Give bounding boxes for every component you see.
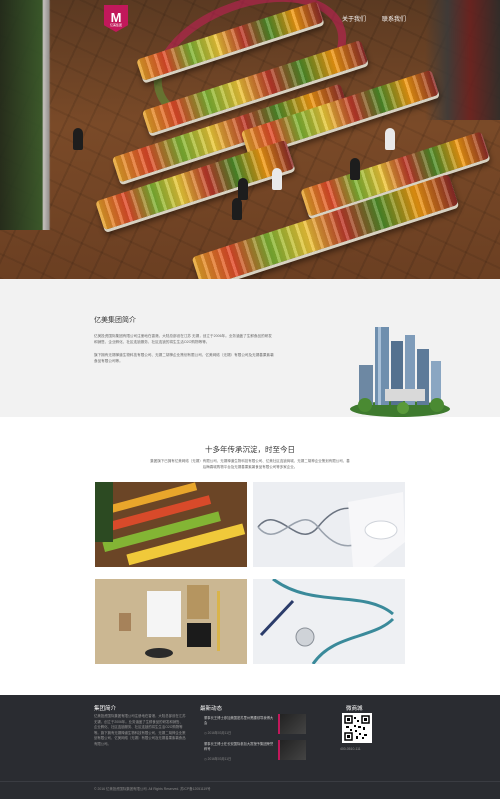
shopper [272,168,282,190]
nav-contact-us[interactable]: 联系我们 [382,14,406,23]
about-paragraph: 亿美投资国际集团有限公司注册地在香港，大陆总部设在江苏 无锡，创立于2006年。… [94,334,272,344]
copyright-text: © 2016 亿美投资国际集团有限公司. All Rights Reserved… [94,787,211,791]
news-item[interactable]: 董事长王博士在长安国际参加大赛授予集团荣誉称号 2016年03月11日 [200,740,306,762]
shopper [385,128,395,150]
tradition-title: 十多年传承沉淀，时至今日 [205,445,295,454]
news-thumbnail[interactable] [278,714,306,734]
dna-research-image[interactable] [253,482,405,567]
hero-banner: M 亿美集团 关于我们 联系我们 [0,0,500,279]
skyscrapers-image [350,327,450,417]
footer-about-text: 亿美投资国际集团有限公司注册地在香港，大陆总部设在江苏 无锡，创立于2006年。… [94,714,186,746]
footer-news-title: 最新动态 [200,706,223,712]
about-paragraph: 旗下拥有无锡禅道生物科技有限公司、无锡二胡神企业策划有限公司、亿美网络（无锡）有… [94,353,274,363]
supermarket-image[interactable] [95,482,247,567]
produce-shelf-right [425,0,500,120]
about-section: 亿美集团简介 亿美投资国际集团有限公司注册地在香港，大陆总部设在江苏 无锡，创立… [0,279,500,417]
nav-about-us[interactable]: 关于我们 [342,14,366,23]
branding-stationery-image[interactable] [95,579,247,664]
footer: 集团简介 亿美投资国际集团有限公司注册地在香港，大陆总部设在江苏 无锡，创立于2… [0,695,500,799]
stethoscope-image[interactable] [253,579,405,664]
news-item[interactable]: 董事长王博士参加美国密苏里州黑腰领导我博大会 2016年03月11日 [200,714,306,736]
copyright-bar: © 2016 亿美投资国际集团有限公司. All Rights Reserved… [0,781,500,791]
tradition-description: 集团旗下已拥有亿美网络（无锡）有限公司、无锡禅道生物科技有限公司、亿美社区连锁商… [150,459,350,469]
footer-about-title: 集团简介 [94,706,117,712]
produce-shelf-left [0,0,70,230]
news-date: 2016年03月11日 [204,756,232,761]
news-title[interactable]: 董事长王博士参加美国密苏里州黑腰领导我博大会 [204,716,274,726]
logo-subtitle: 亿美集团 [109,23,122,27]
shopper [350,158,360,180]
shopper [238,178,248,200]
news-title[interactable]: 董事长王博士在长安国际参加大赛授予集团荣誉称号 [204,742,274,752]
qr-code [342,713,372,743]
shopper [232,198,242,220]
news-thumbnail[interactable] [278,740,306,760]
footer-mall-title: 微商城 [346,706,363,712]
page: M 亿美集团 关于我们 联系我们 亿美集团简介 亿美投资国际集团有限公司注册地在… [0,0,500,799]
about-title: 亿美集团简介 [94,317,136,324]
news-date: 2016年03月11日 [204,730,232,735]
top-nav: 关于我们 联系我们 [342,14,406,23]
shopper [73,128,83,150]
hotline-number: 400-0510-111 [340,747,361,751]
